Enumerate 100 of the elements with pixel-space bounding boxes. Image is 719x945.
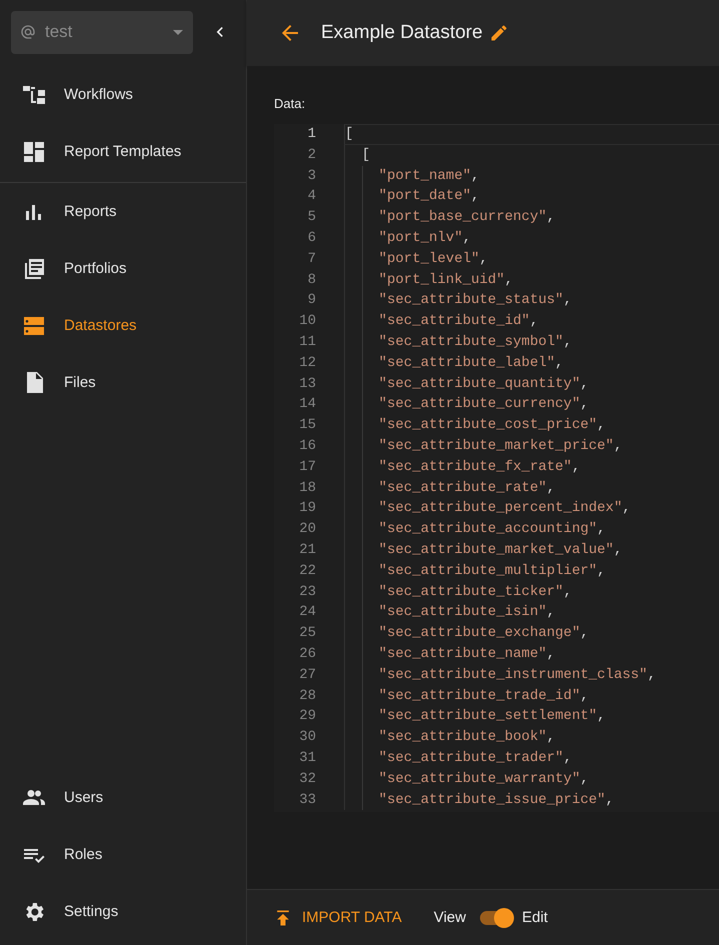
code-text: "sec_attribute_cost_price" (378, 416, 598, 436)
line-number: 11 (298, 332, 316, 352)
mode-switch[interactable] (480, 910, 512, 924)
import-data-button[interactable]: IMPORT DATA (265, 902, 410, 934)
comma: , (563, 582, 572, 602)
caret-icon (173, 30, 183, 34)
comma: , (530, 312, 538, 332)
line-number: 4 (306, 187, 316, 206)
line-number: 27 (298, 666, 316, 685)
code-text: "sec_attribute_id" (378, 312, 530, 332)
code-text: "sec_attribute_symbol" (378, 332, 564, 352)
code-text: "sec_attribute_issue_price" (378, 790, 606, 810)
line-number: 1 (306, 125, 316, 144)
code-text: "sec_attribute_trade_id" (378, 686, 580, 706)
comma: , (580, 374, 589, 394)
code-text: "port_level" (378, 250, 480, 269)
code-text: "sec_attribute_market_value" (378, 540, 614, 560)
line-number: 25 (298, 624, 316, 644)
comma: , (580, 770, 589, 789)
code-text: [ (362, 146, 370, 165)
comma: , (479, 250, 488, 269)
comma: , (597, 416, 606, 436)
code-text: "sec_attribute_trader" (378, 748, 564, 768)
comma: , (462, 228, 472, 248)
comma: , (546, 208, 556, 228)
line-number: 19 (298, 499, 316, 518)
comma: , (546, 644, 556, 664)
comma: , (546, 603, 556, 622)
comma: , (580, 686, 589, 706)
line-number: 32 (298, 770, 316, 789)
code-text: "sec_attribute_isin" (378, 603, 547, 622)
pencil-icon[interactable] (488, 23, 509, 43)
code-text: "sec_attribute_exchange" (378, 624, 580, 644)
code-text: "sec_attribute_settlement" (378, 707, 598, 726)
nav-item[interactable]: Settings (0, 883, 246, 940)
nav-item[interactable]: Files (0, 354, 246, 411)
comma: , (555, 354, 564, 373)
nav-item[interactable]: Roles (0, 826, 246, 883)
code-text: "sec_attribute_fx_rate" (378, 458, 572, 477)
code-text: "sec_attribute_warranty" (378, 770, 580, 789)
line-number: 6 (306, 228, 316, 248)
comma: , (471, 166, 480, 186)
comma: , (647, 666, 656, 685)
comma: , (563, 748, 572, 768)
nav-item[interactable]: Portfolios (0, 240, 246, 297)
line-number: 33 (298, 790, 316, 810)
at-icon (20, 24, 36, 40)
comma: , (605, 790, 614, 810)
line-number: 5 (306, 208, 316, 228)
line-number: 18 (298, 478, 316, 498)
dashboard-icon (22, 140, 46, 164)
code-text: "sec_attribute_instrument_class" (378, 666, 648, 685)
nav-item[interactable]: Report Templates (0, 123, 246, 180)
line-number: 28 (298, 686, 316, 706)
view-label: View (434, 909, 466, 926)
line-number: 15 (298, 416, 316, 436)
comma: , (546, 478, 556, 498)
comma: , (597, 520, 606, 540)
code-text: "sec_attribute_ticker" (378, 582, 564, 602)
comma: , (572, 458, 580, 477)
code-text: "sec_attribute_book" (378, 728, 547, 748)
line-number: 26 (298, 644, 316, 664)
comma: , (580, 624, 589, 644)
line-number: 16 (298, 436, 316, 456)
line-number: 3 (306, 166, 316, 186)
code-text: "sec_attribute_currency" (378, 395, 580, 414)
code-text: "sec_attribute_quantity" (378, 374, 580, 394)
line-number: 14 (298, 395, 316, 414)
comma: , (580, 395, 589, 414)
line-number: 8 (306, 270, 316, 290)
code-text: "port_date" (378, 187, 472, 206)
line-number: 2 (306, 146, 316, 165)
comma: , (563, 332, 572, 352)
code-text: "sec_attribute_label" (378, 354, 556, 373)
edit-label: Edit (522, 909, 548, 926)
comma: , (563, 291, 572, 310)
comma: , (614, 540, 622, 560)
line-number: 12 (298, 354, 316, 373)
code-text: "port_base_currency" (378, 208, 547, 228)
comma: , (597, 707, 606, 726)
code-text: "sec_attribute_accounting" (378, 520, 598, 540)
code-text: "port_nlv" (378, 228, 463, 248)
comma: , (614, 436, 622, 456)
code-text: [ (345, 125, 354, 144)
line-number: 17 (298, 458, 316, 477)
nav-item[interactable]: Reports (0, 183, 246, 240)
code-text: "sec_attribute_market_price" (378, 436, 614, 456)
line-number: 29 (298, 707, 316, 726)
nav-item[interactable]: Workflows (0, 66, 246, 123)
nav-item[interactable]: Users (0, 769, 246, 826)
line-number: 9 (306, 291, 316, 310)
line-number: 24 (298, 603, 316, 622)
comma: , (504, 270, 514, 290)
comma: , (622, 499, 631, 518)
data-label: Data: (274, 96, 306, 111)
comma: , (471, 187, 480, 206)
nav-item[interactable]: Datastores (0, 297, 246, 354)
code-text: "sec_attribute_percent_index" (378, 499, 622, 518)
line-number: 22 (298, 562, 316, 581)
page-title: Example Datastore (321, 22, 483, 44)
